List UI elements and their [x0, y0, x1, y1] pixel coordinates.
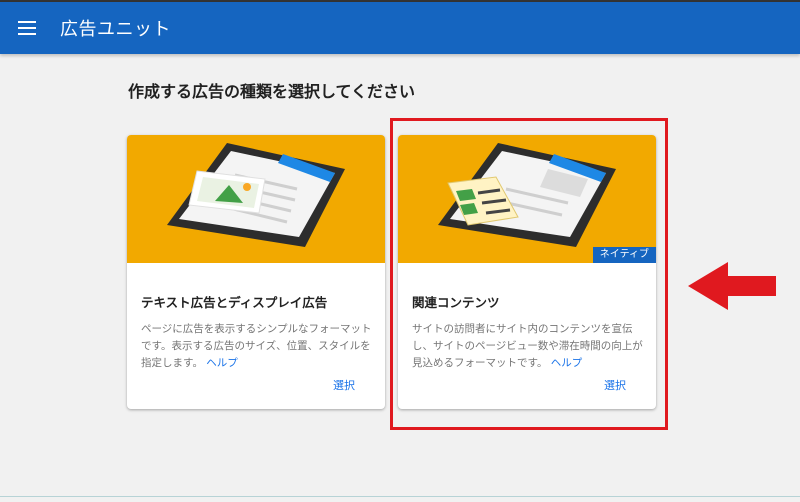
card-title: テキスト広告とディスプレイ広告 — [141, 295, 328, 310]
card-illustration-display — [127, 135, 385, 263]
select-button[interactable]: 選択 — [333, 377, 355, 393]
card-description: ページに広告を表示するシンプルなフォーマットです。表示する広告のサイズ、位置、ス… — [141, 321, 375, 372]
menu-icon[interactable] — [14, 15, 40, 41]
help-link[interactable]: ヘルプ — [206, 357, 238, 369]
app-bar: 広告ユニット — [0, 2, 800, 54]
card-description-text: ページに広告を表示するシンプルなフォーマットです。表示する広告のサイズ、位置、ス… — [141, 323, 372, 369]
page-heading: 作成する広告の種類を選択してください — [128, 82, 416, 101]
annotation-highlight-box — [390, 118, 668, 430]
phone-with-image-ad-illustration — [167, 143, 345, 247]
ad-type-card-display[interactable]: テキスト広告とディスプレイ広告 ページに広告を表示するシンプルなフォーマットです… — [127, 135, 385, 409]
app-bar-title: 広告ユニット — [60, 19, 171, 40]
page-bottom-divider — [0, 496, 800, 497]
annotation-arrow-icon — [688, 262, 776, 310]
